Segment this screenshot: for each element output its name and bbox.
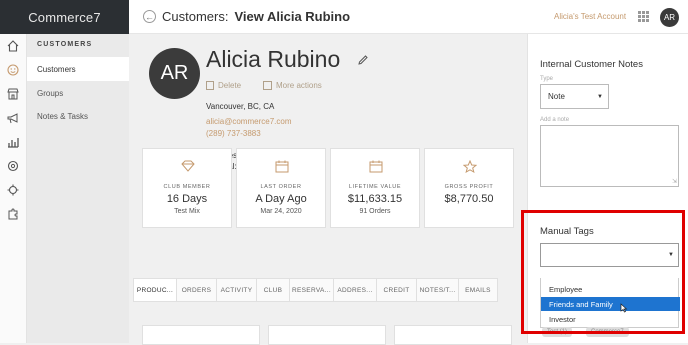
- sidebar-item-notes-tasks[interactable]: Notes & Tasks: [27, 104, 129, 128]
- note-type-label: Type: [540, 76, 554, 82]
- user-avatar[interactable]: AR: [660, 8, 679, 27]
- annotation-highlight-box: [521, 210, 685, 334]
- tab-reservations[interactable]: RESERVA...: [289, 278, 333, 302]
- stat-label: LAST ORDER: [260, 184, 302, 190]
- tab-products[interactable]: PRODUC...: [133, 278, 176, 302]
- tab-notes-tasks[interactable]: NOTES/T...: [416, 278, 458, 302]
- home-icon[interactable]: [6, 39, 20, 53]
- customer-email[interactable]: alicia@commerce7.com: [206, 117, 291, 126]
- caret-down-icon: ▼: [597, 94, 603, 100]
- resize-grip-icon[interactable]: ⇲: [672, 178, 677, 185]
- stat-card-lifetime-value: LIFETIME VALUE $11,633.15 91 Orders: [330, 148, 420, 228]
- tab-activity[interactable]: ACTIVITY: [216, 278, 256, 302]
- settings-icon[interactable]: [6, 183, 20, 197]
- page-title-main: View Alicia Rubino: [234, 9, 351, 24]
- top-bar: Commerce7 ← Customers: View Alicia Rubin…: [0, 0, 688, 34]
- customer-tabs: PRODUC... ORDERS ACTIVITY CLUB RESERVA..…: [133, 278, 518, 302]
- megaphone-icon[interactable]: [6, 111, 20, 125]
- tab-club[interactable]: CLUB: [256, 278, 289, 302]
- customer-name: Alicia Rubino: [206, 46, 341, 72]
- tab-credit[interactable]: CREDIT: [376, 278, 416, 302]
- more-actions-button[interactable]: More actions: [263, 81, 322, 90]
- tab-addresses[interactable]: ADDRES...: [333, 278, 376, 302]
- diamond-icon: [181, 160, 195, 172]
- puzzle-icon[interactable]: [6, 207, 20, 221]
- star-icon: [463, 160, 477, 173]
- delete-label: Delete: [218, 81, 242, 90]
- customer-phone[interactable]: (289) 737-3883: [206, 129, 261, 138]
- settings-gear-icon[interactable]: [6, 159, 20, 173]
- add-note-label: Add a note: [540, 117, 570, 123]
- account-name-link[interactable]: Alicia's Test Account: [554, 12, 626, 21]
- sidebar: CUSTOMERS Customers Groups Notes & Tasks: [27, 34, 129, 343]
- chevron-box-icon: [263, 81, 272, 90]
- stat-value: $8,770.50: [444, 193, 494, 205]
- edit-pencil-icon[interactable]: [358, 55, 368, 65]
- back-arrow-icon[interactable]: ←: [143, 10, 156, 23]
- stat-card-last-order: LAST ORDER A Day Ago Mar 24, 2020: [236, 148, 326, 228]
- face-icon[interactable]: [6, 63, 20, 77]
- trash-icon: [206, 81, 214, 90]
- note-type-select[interactable]: Note ▼: [540, 84, 609, 109]
- stat-sub: Test Mix: [174, 208, 200, 215]
- stat-value: A Day Ago: [255, 193, 307, 205]
- store-icon[interactable]: [6, 87, 20, 101]
- customer-location: Vancouver, BC, CA: [206, 102, 275, 111]
- stat-label: CLUB MEMBER: [163, 184, 211, 190]
- add-note-textarea[interactable]: ⇲: [540, 125, 679, 187]
- note-type-value: Note: [548, 92, 565, 101]
- stat-card-gross-profit: GROSS PROFIT $8,770.50: [424, 148, 514, 228]
- stat-value: 16 Days: [166, 193, 208, 205]
- customer-avatar: AR: [149, 48, 200, 99]
- sidebar-section-header: CUSTOMERS: [37, 41, 93, 48]
- calendar-icon: [275, 160, 289, 173]
- product-card: [394, 325, 512, 345]
- sidebar-item-groups[interactable]: Groups: [27, 81, 129, 105]
- stat-label: LIFETIME VALUE: [348, 184, 402, 190]
- apps-grid-icon[interactable]: [638, 11, 649, 22]
- calendar-icon: [369, 160, 383, 173]
- icon-rail: [0, 34, 27, 343]
- stat-sub: 91 Orders: [359, 208, 391, 215]
- brand-logo[interactable]: Commerce7: [0, 0, 129, 34]
- stat-card-club-member: CLUB MEMBER 16 Days Test Mix: [142, 148, 232, 228]
- product-card: [268, 325, 386, 345]
- page-title-prefix: Customers:: [162, 9, 229, 24]
- notes-title: Internal Customer Notes: [540, 59, 643, 70]
- tab-emails[interactable]: EMAILS: [458, 278, 498, 302]
- more-actions-label: More actions: [276, 81, 322, 90]
- stat-sub: Mar 24, 2020: [260, 208, 302, 215]
- sidebar-item-customers[interactable]: Customers: [27, 57, 129, 81]
- delete-button[interactable]: Delete: [206, 81, 241, 90]
- reports-icon[interactable]: [6, 135, 20, 149]
- page-title: ← Customers: View Alicia Rubino: [143, 9, 350, 24]
- tab-orders[interactable]: ORDERS: [176, 278, 216, 302]
- stat-label: GROSS PROFIT: [444, 184, 494, 190]
- product-card: [142, 325, 260, 345]
- stat-value: $11,633.15: [347, 193, 403, 205]
